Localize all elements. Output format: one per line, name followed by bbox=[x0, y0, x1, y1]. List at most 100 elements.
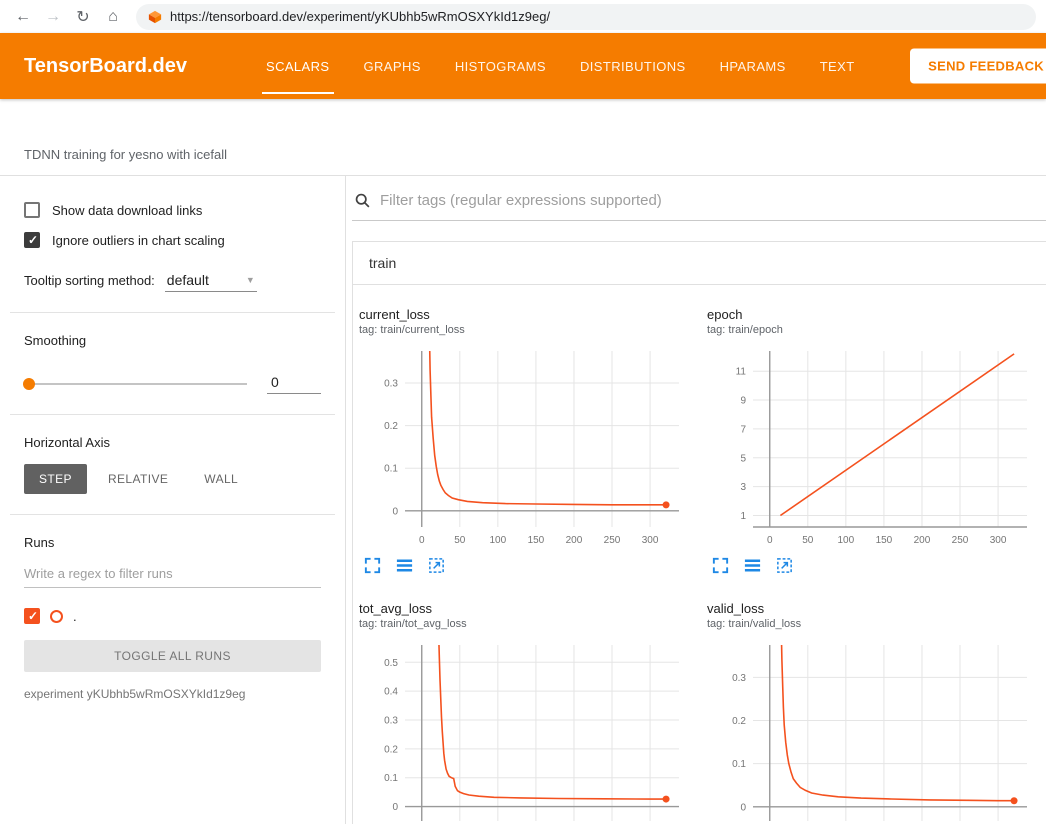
charts-grid: current_loss tag: train/current_loss 050… bbox=[353, 285, 1046, 824]
svg-text:0.4: 0.4 bbox=[384, 687, 398, 698]
run-checkbox-icon[interactable] bbox=[24, 608, 40, 624]
axis-relative-button[interactable]: RELATIVE bbox=[93, 464, 183, 494]
axis-button-label: RELATIVE bbox=[108, 472, 168, 486]
filter-tags-input[interactable] bbox=[380, 192, 1046, 209]
tooltip-sorting-select[interactable]: default ▼ bbox=[165, 272, 257, 292]
svg-text:0.5: 0.5 bbox=[384, 658, 398, 669]
axis-wall-button[interactable]: WALL bbox=[189, 464, 253, 494]
horizontal-axis-buttons: STEP RELATIVE WALL bbox=[24, 464, 321, 494]
run-row[interactable]: . bbox=[24, 608, 321, 624]
smoothing-value-input[interactable]: 0 bbox=[267, 374, 321, 394]
line-chart[interactable]: 5010015020025030000.10.20.3 bbox=[707, 639, 1037, 824]
checkbox-icon bbox=[24, 202, 40, 218]
smoothing-label: Smoothing bbox=[24, 333, 321, 348]
tab-distributions[interactable]: DISTRIBUTIONS bbox=[563, 33, 703, 99]
chart-tot-avg-loss: tot_avg_loss tag: train/tot_avg_loss 050… bbox=[357, 601, 705, 824]
experiment-title: TDNN training for yesno with icefall bbox=[24, 147, 227, 162]
svg-text:7: 7 bbox=[740, 424, 746, 435]
expand-chart-icon[interactable] bbox=[711, 556, 730, 575]
horizontal-axis-label: Horizontal Axis bbox=[24, 435, 321, 450]
svg-text:9: 9 bbox=[740, 396, 746, 407]
url-text: https://tensorboard.dev/experiment/yKUbh… bbox=[170, 9, 550, 24]
settings-sidebar: Show data download links Ignore outliers… bbox=[0, 176, 346, 824]
ignore-outliers-checkbox[interactable]: Ignore outliers in chart scaling bbox=[24, 232, 321, 248]
svg-text:0.3: 0.3 bbox=[732, 673, 746, 684]
runs-filter-input[interactable] bbox=[24, 560, 321, 588]
tab-label: TEXT bbox=[820, 59, 855, 74]
fit-domain-icon[interactable] bbox=[427, 556, 446, 575]
svg-text:0: 0 bbox=[392, 802, 398, 813]
svg-text:11: 11 bbox=[736, 367, 747, 378]
axis-button-label: WALL bbox=[204, 472, 238, 486]
tab-scalars[interactable]: SCALARS bbox=[249, 33, 347, 99]
line-chart[interactable]: 05010015020025030000.10.20.3 bbox=[359, 345, 689, 551]
runs-label: Runs bbox=[24, 535, 321, 550]
runs-table-icon[interactable] bbox=[395, 556, 414, 575]
chart-valid-loss: valid_loss tag: train/valid_loss 5010015… bbox=[705, 601, 1046, 824]
svg-text:300: 300 bbox=[642, 535, 659, 546]
axis-step-button[interactable]: STEP bbox=[24, 464, 87, 494]
tab-histograms[interactable]: HISTOGRAMS bbox=[438, 33, 563, 99]
show-download-links-checkbox[interactable]: Show data download links bbox=[24, 202, 321, 218]
svg-text:5: 5 bbox=[740, 453, 746, 464]
forward-icon[interactable]: → bbox=[40, 4, 66, 30]
search-icon bbox=[354, 192, 371, 209]
browser-toolbar: ← → ↻ ⌂ https://tensorboard.dev/experime… bbox=[0, 0, 1046, 33]
smoothing-slider[interactable] bbox=[24, 383, 247, 385]
tab-label: HPARAMS bbox=[720, 59, 786, 74]
train-section-header[interactable]: train bbox=[353, 242, 1046, 285]
chart-tag: tag: train/valid_loss bbox=[707, 618, 1046, 630]
svg-text:0.3: 0.3 bbox=[384, 378, 398, 389]
smoothing-control: 0 bbox=[24, 374, 321, 394]
toggle-all-runs-button[interactable]: TOGGLE ALL RUNS bbox=[24, 640, 321, 672]
run-color-swatch-icon bbox=[50, 610, 63, 623]
chart-toolbar bbox=[707, 556, 1046, 575]
chart-tag: tag: train/current_loss bbox=[359, 324, 705, 336]
filter-tags-row bbox=[352, 188, 1046, 221]
svg-text:0.3: 0.3 bbox=[384, 716, 398, 727]
svg-text:0.1: 0.1 bbox=[732, 759, 746, 770]
runs-table-icon[interactable] bbox=[743, 556, 762, 575]
svg-text:250: 250 bbox=[952, 535, 969, 546]
expand-chart-icon[interactable] bbox=[363, 556, 382, 575]
svg-text:100: 100 bbox=[490, 535, 507, 546]
chart-current-loss: current_loss tag: train/current_loss 0 50… bbox=[357, 307, 705, 575]
svg-text:200: 200 bbox=[566, 535, 583, 546]
tab-hparams[interactable]: HPARAMS bbox=[703, 33, 803, 99]
line-chart[interactable]: 05010015020025030000.10.20.30.40.5 bbox=[359, 639, 689, 824]
svg-text:0: 0 bbox=[419, 535, 425, 546]
home-icon[interactable]: ⌂ bbox=[100, 4, 126, 30]
chart-epoch: epoch tag: train/epoch 05010015020025030… bbox=[705, 307, 1046, 575]
svg-text:150: 150 bbox=[876, 535, 893, 546]
chart-tag: tag: train/epoch bbox=[707, 324, 1046, 336]
send-feedback-button[interactable]: SEND FEEDBACK bbox=[910, 49, 1046, 84]
tab-label: DISTRIBUTIONS bbox=[580, 59, 686, 74]
svg-text:150: 150 bbox=[528, 535, 545, 546]
back-icon[interactable]: ← bbox=[10, 4, 36, 30]
app-header: TensorBoard.dev SCALARS GRAPHS HISTOGRAM… bbox=[0, 33, 1046, 99]
chart-tag: tag: train/tot_avg_loss bbox=[359, 618, 705, 630]
svg-text:50: 50 bbox=[802, 535, 814, 546]
svg-text:0.2: 0.2 bbox=[384, 421, 398, 432]
app-logo: TensorBoard.dev bbox=[24, 55, 187, 78]
slider-thumb[interactable] bbox=[23, 378, 35, 390]
tab-text[interactable]: TEXT bbox=[803, 33, 872, 99]
chevron-down-icon: ▼ bbox=[246, 275, 255, 285]
checkbox-icon bbox=[24, 232, 40, 248]
run-name: . bbox=[73, 609, 77, 624]
fit-domain-icon[interactable] bbox=[775, 556, 794, 575]
axis-button-label: STEP bbox=[39, 472, 72, 486]
selected-option: default bbox=[167, 272, 209, 288]
tooltip-sorting-label: Tooltip sorting method: bbox=[24, 273, 155, 288]
address-bar[interactable]: https://tensorboard.dev/experiment/yKUbh… bbox=[136, 4, 1036, 30]
line-chart[interactable]: 0501001502002503001357911 bbox=[707, 345, 1037, 551]
main-panel: train current_loss tag: train/current_lo… bbox=[346, 176, 1046, 824]
site-favicon-icon bbox=[148, 10, 162, 24]
svg-text:50: 50 bbox=[454, 535, 466, 546]
svg-text:300: 300 bbox=[990, 535, 1007, 546]
chart-title: epoch bbox=[707, 307, 1046, 322]
checkbox-label: Show data download links bbox=[52, 203, 202, 218]
chart-title: current_loss bbox=[359, 307, 705, 322]
reload-icon[interactable]: ↻ bbox=[70, 4, 96, 30]
tab-graphs[interactable]: GRAPHS bbox=[347, 33, 438, 99]
